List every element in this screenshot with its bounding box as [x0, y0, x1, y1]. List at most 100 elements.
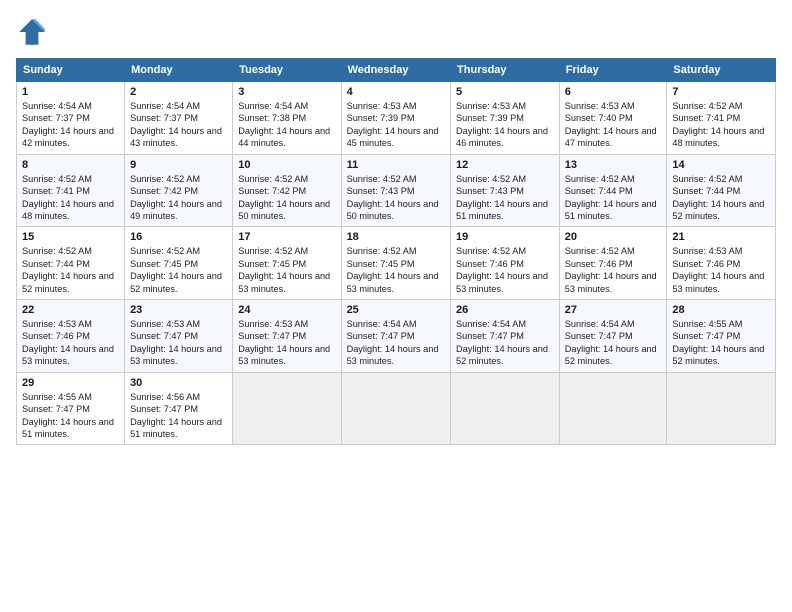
day-info: Sunrise: 4:52 AMSunset: 7:41 PMDaylight:…: [672, 100, 770, 150]
calendar-cell: [667, 372, 776, 445]
calendar-cell: [451, 372, 560, 445]
day-info: Sunrise: 4:54 AMSunset: 7:47 PMDaylight:…: [347, 318, 445, 368]
calendar-cell: 1 Sunrise: 4:54 AMSunset: 7:37 PMDaylight…: [17, 82, 125, 155]
day-number: 2: [130, 86, 227, 98]
day-number: 18: [347, 231, 445, 243]
day-header-tuesday: Tuesday: [233, 59, 341, 82]
calendar-cell: [341, 372, 450, 445]
calendar-cell: 15 Sunrise: 4:52 AMSunset: 7:44 PMDayligh…: [17, 227, 125, 300]
day-info: Sunrise: 4:53 AMSunset: 7:40 PMDaylight:…: [565, 100, 662, 150]
calendar-cell: 7Sunrise: 4:52 AMSunset: 7:41 PMDaylight…: [667, 82, 776, 155]
day-number: 17: [238, 231, 335, 243]
day-info: Sunrise: 4:52 AMSunset: 7:45 PMDaylight:…: [347, 245, 445, 295]
header: [16, 16, 776, 48]
day-info: Sunrise: 4:54 AMSunset: 7:38 PMDaylight:…: [238, 100, 335, 150]
calendar-header-row: SundayMondayTuesdayWednesdayThursdayFrid…: [17, 59, 776, 82]
day-header-wednesday: Wednesday: [341, 59, 450, 82]
logo: [16, 16, 54, 48]
calendar-cell: 12 Sunrise: 4:52 AMSunset: 7:43 PMDayligh…: [451, 154, 560, 227]
day-number: 25: [347, 304, 445, 316]
day-info: Sunrise: 4:53 AMSunset: 7:47 PMDaylight:…: [238, 318, 335, 368]
calendar-cell: 25 Sunrise: 4:54 AMSunset: 7:47 PMDayligh…: [341, 300, 450, 373]
day-number: 1: [22, 86, 119, 98]
day-header-saturday: Saturday: [667, 59, 776, 82]
calendar-cell: 3 Sunrise: 4:54 AMSunset: 7:38 PMDaylight…: [233, 82, 341, 155]
calendar-cell: 11 Sunrise: 4:52 AMSunset: 7:43 PMDayligh…: [341, 154, 450, 227]
calendar-cell: 17 Sunrise: 4:52 AMSunset: 7:45 PMDayligh…: [233, 227, 341, 300]
day-info: Sunrise: 4:52 AMSunset: 7:45 PMDaylight:…: [130, 245, 227, 295]
day-info: Sunrise: 4:53 AMSunset: 7:47 PMDaylight:…: [130, 318, 227, 368]
day-number: 10: [238, 159, 335, 171]
calendar-cell: 27 Sunrise: 4:54 AMSunset: 7:47 PMDayligh…: [559, 300, 667, 373]
day-info: Sunrise: 4:54 AMSunset: 7:47 PMDaylight:…: [565, 318, 662, 368]
calendar-cell: 10Sunrise: 4:52 AMSunset: 7:42 PMDayligh…: [233, 154, 341, 227]
day-info: Sunrise: 4:52 AMSunset: 7:43 PMDaylight:…: [456, 173, 554, 223]
day-info: Sunrise: 4:55 AMSunset: 7:47 PMDaylight:…: [672, 318, 770, 368]
day-info: Sunrise: 4:53 AMSunset: 7:46 PMDaylight:…: [22, 318, 119, 368]
calendar-week-row: 1 Sunrise: 4:54 AMSunset: 7:37 PMDaylight…: [17, 82, 776, 155]
day-header-sunday: Sunday: [17, 59, 125, 82]
logo-icon: [16, 16, 48, 48]
calendar-cell: 5Sunrise: 4:53 AMSunset: 7:39 PMDaylight…: [451, 82, 560, 155]
calendar-cell: 14Sunrise: 4:52 AMSunset: 7:44 PMDayligh…: [667, 154, 776, 227]
day-info: Sunrise: 4:54 AMSunset: 7:47 PMDaylight:…: [456, 318, 554, 368]
day-number: 23: [130, 304, 227, 316]
day-number: 27: [565, 304, 662, 316]
calendar-week-row: 29 Sunrise: 4:55 AMSunset: 7:47 PMDayligh…: [17, 372, 776, 445]
day-info: Sunrise: 4:52 AMSunset: 7:43 PMDaylight:…: [347, 173, 445, 223]
calendar-cell: 18 Sunrise: 4:52 AMSunset: 7:45 PMDayligh…: [341, 227, 450, 300]
day-number: 6: [565, 86, 662, 98]
day-info: Sunrise: 4:53 AMSunset: 7:46 PMDaylight:…: [672, 245, 770, 295]
day-info: Sunrise: 4:55 AMSunset: 7:47 PMDaylight:…: [22, 391, 119, 441]
calendar-cell: 20 Sunrise: 4:52 AMSunset: 7:46 PMDayligh…: [559, 227, 667, 300]
calendar-cell: 2 Sunrise: 4:54 AMSunset: 7:37 PMDaylight…: [125, 82, 233, 155]
calendar-cell: 9 Sunrise: 4:52 AMSunset: 7:42 PMDaylight…: [125, 154, 233, 227]
calendar-cell: 26 Sunrise: 4:54 AMSunset: 7:47 PMDayligh…: [451, 300, 560, 373]
day-number: 29: [22, 377, 119, 389]
day-number: 13: [565, 159, 662, 171]
calendar-cell: 6 Sunrise: 4:53 AMSunset: 7:40 PMDaylight…: [559, 82, 667, 155]
day-number: 16: [130, 231, 227, 243]
calendar-cell: 13Sunrise: 4:52 AMSunset: 7:44 PMDayligh…: [559, 154, 667, 227]
calendar-cell: 28Sunrise: 4:55 AMSunset: 7:47 PMDayligh…: [667, 300, 776, 373]
day-number: 4: [347, 86, 445, 98]
calendar-week-row: 22 Sunrise: 4:53 AMSunset: 7:46 PMDayligh…: [17, 300, 776, 373]
calendar-cell: 16 Sunrise: 4:52 AMSunset: 7:45 PMDayligh…: [125, 227, 233, 300]
day-number: 9: [130, 159, 227, 171]
day-number: 3: [238, 86, 335, 98]
day-number: 5: [456, 86, 554, 98]
day-info: Sunrise: 4:52 AMSunset: 7:44 PMDaylight:…: [672, 173, 770, 223]
day-number: 24: [238, 304, 335, 316]
day-info: Sunrise: 4:52 AMSunset: 7:45 PMDaylight:…: [238, 245, 335, 295]
calendar-cell: [559, 372, 667, 445]
day-number: 12: [456, 159, 554, 171]
day-info: Sunrise: 4:54 AMSunset: 7:37 PMDaylight:…: [22, 100, 119, 150]
calendar-cell: 30Sunrise: 4:56 AMSunset: 7:47 PMDayligh…: [125, 372, 233, 445]
calendar-cell: 22 Sunrise: 4:53 AMSunset: 7:46 PMDayligh…: [17, 300, 125, 373]
calendar-cell: 29 Sunrise: 4:55 AMSunset: 7:47 PMDayligh…: [17, 372, 125, 445]
day-number: 20: [565, 231, 662, 243]
day-number: 15: [22, 231, 119, 243]
day-info: Sunrise: 4:54 AMSunset: 7:37 PMDaylight:…: [130, 100, 227, 150]
calendar-cell: 23 Sunrise: 4:53 AMSunset: 7:47 PMDayligh…: [125, 300, 233, 373]
day-number: 8: [22, 159, 119, 171]
day-number: 26: [456, 304, 554, 316]
day-header-monday: Monday: [125, 59, 233, 82]
day-number: 21: [672, 231, 770, 243]
day-number: 22: [22, 304, 119, 316]
calendar-week-row: 8Sunrise: 4:52 AMSunset: 7:41 PMDaylight…: [17, 154, 776, 227]
calendar-cell: 19 Sunrise: 4:52 AMSunset: 7:46 PMDayligh…: [451, 227, 560, 300]
calendar-table: SundayMondayTuesdayWednesdayThursdayFrid…: [16, 58, 776, 445]
day-info: Sunrise: 4:56 AMSunset: 7:47 PMDaylight:…: [130, 391, 227, 441]
calendar-week-row: 15 Sunrise: 4:52 AMSunset: 7:44 PMDayligh…: [17, 227, 776, 300]
day-info: Sunrise: 4:52 AMSunset: 7:46 PMDaylight:…: [456, 245, 554, 295]
day-info: Sunrise: 4:52 AMSunset: 7:44 PMDaylight:…: [22, 245, 119, 295]
day-number: 11: [347, 159, 445, 171]
calendar-cell: 21 Sunrise: 4:53 AMSunset: 7:46 PMDayligh…: [667, 227, 776, 300]
calendar-cell: 4Sunrise: 4:53 AMSunset: 7:39 PMDaylight…: [341, 82, 450, 155]
day-number: 19: [456, 231, 554, 243]
day-info: Sunrise: 4:52 AMSunset: 7:42 PMDaylight:…: [130, 173, 227, 223]
page: SundayMondayTuesdayWednesdayThursdayFrid…: [0, 0, 792, 612]
calendar-cell: [233, 372, 341, 445]
day-info: Sunrise: 4:52 AMSunset: 7:46 PMDaylight:…: [565, 245, 662, 295]
